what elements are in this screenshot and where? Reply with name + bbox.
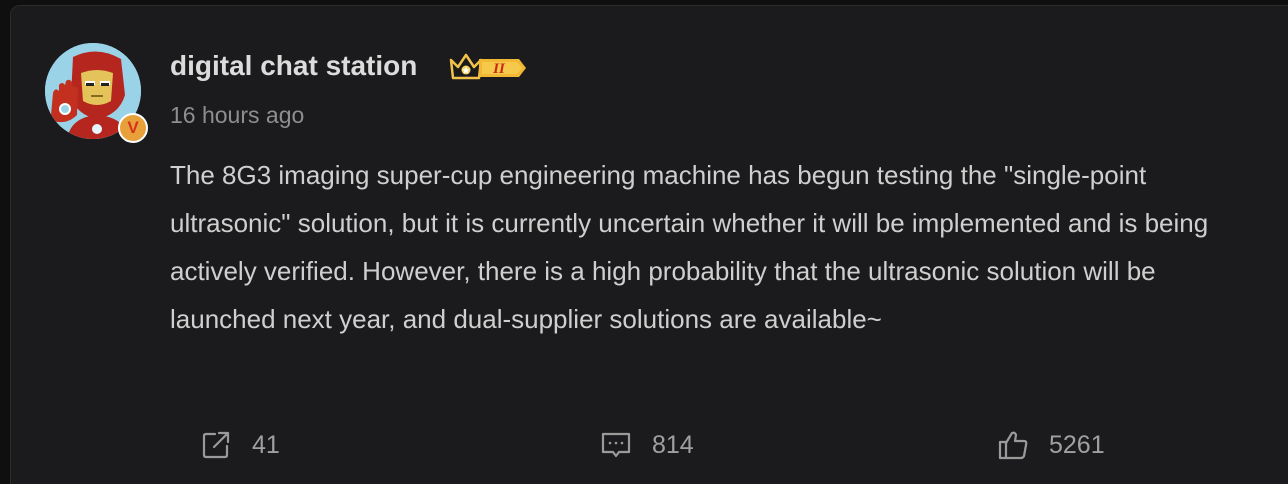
like-button[interactable]: 5261 bbox=[997, 425, 1105, 465]
level-mark: II bbox=[492, 61, 506, 77]
like-count: 5261 bbox=[1049, 430, 1105, 459]
share-icon bbox=[200, 429, 232, 461]
verified-badge: V bbox=[118, 113, 148, 143]
author-name[interactable]: digital chat station bbox=[170, 50, 417, 82]
comment-icon bbox=[600, 429, 632, 461]
page: V digital chat station II 16 hours ago T… bbox=[0, 0, 1288, 484]
comment-count: 814 bbox=[652, 430, 694, 459]
post-body-text: The 8G3 imaging super-cup engineering ma… bbox=[170, 160, 1209, 334]
crown-level-badge-icon: II bbox=[449, 50, 529, 84]
share-count: 41 bbox=[252, 430, 280, 459]
comment-button[interactable]: 814 bbox=[600, 425, 694, 465]
post-timestamp: 16 hours ago bbox=[170, 102, 305, 128]
share-button[interactable]: 41 bbox=[200, 425, 280, 465]
author-avatar[interactable]: V bbox=[45, 43, 148, 143]
thumbs-up-icon bbox=[997, 429, 1029, 461]
